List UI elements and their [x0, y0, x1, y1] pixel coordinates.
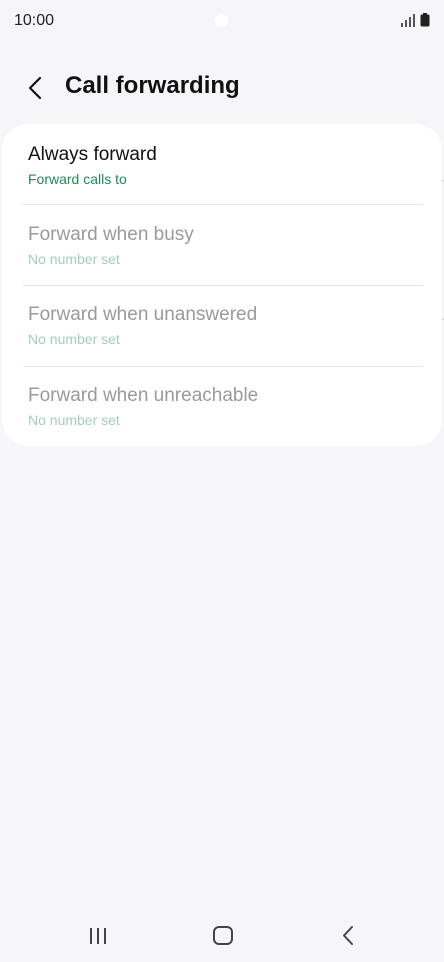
- option-subtitle: Forward calls to: [28, 171, 127, 187]
- forwarding-options-card: Always forward Forward calls to Forward …: [2, 124, 442, 446]
- forward-when-unanswered-item[interactable]: Forward when unanswered No number set: [2, 286, 442, 366]
- option-subtitle: No number set: [28, 412, 120, 428]
- forward-when-unreachable-item[interactable]: Forward when unreachable No number set: [2, 367, 442, 447]
- back-nav-button[interactable]: [330, 920, 366, 950]
- navigation-bar: [0, 910, 444, 962]
- option-title: Forward when unreachable: [28, 385, 259, 406]
- recent-apps-button[interactable]: [80, 920, 116, 950]
- signal-icon: [401, 14, 415, 27]
- home-button[interactable]: [205, 920, 241, 950]
- camera-cutout: [215, 14, 228, 27]
- option-title: Forward when unanswered: [28, 304, 258, 325]
- app-header: Call forwarding: [0, 62, 444, 114]
- back-icon: [343, 926, 353, 945]
- option-subtitle: No number set: [28, 331, 120, 347]
- battery-icon: [420, 13, 430, 27]
- home-icon: [213, 926, 233, 945]
- back-button[interactable]: [22, 74, 50, 102]
- option-subtitle: No number set: [28, 251, 120, 267]
- page-title: Call forwarding: [65, 72, 240, 99]
- recent-apps-icon: [90, 928, 106, 944]
- chevron-left-icon: [28, 76, 42, 100]
- status-bar: 10:00: [0, 0, 444, 40]
- option-title: Forward when busy: [28, 224, 194, 245]
- option-title: Always forward: [28, 144, 157, 165]
- always-forward-item[interactable]: Always forward Forward calls to: [2, 124, 442, 204]
- status-icons: [400, 13, 430, 27]
- status-time: 10:00: [14, 12, 55, 29]
- forward-when-busy-item[interactable]: Forward when busy No number set: [2, 205, 442, 285]
